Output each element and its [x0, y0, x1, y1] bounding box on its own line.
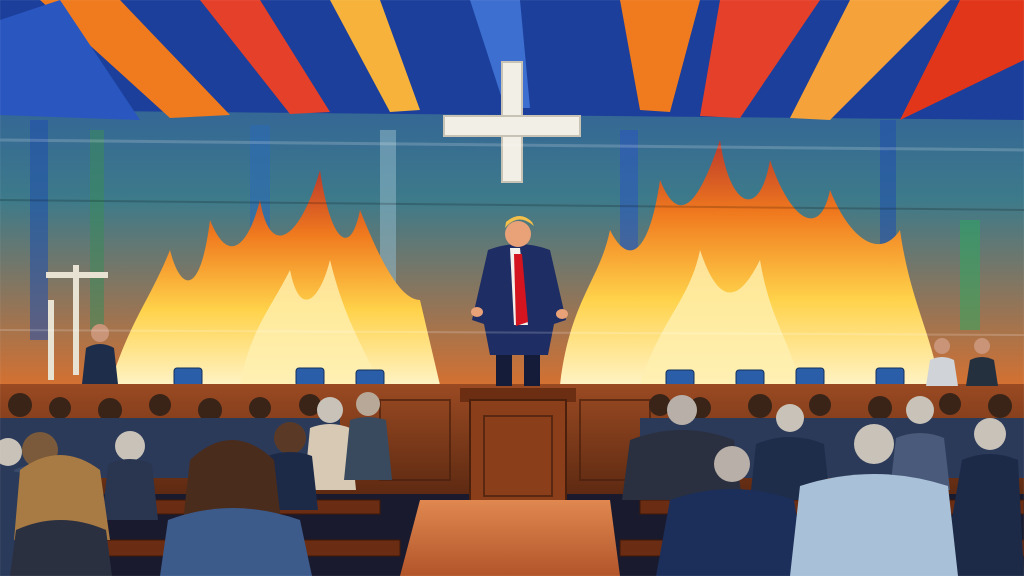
lectern — [460, 388, 576, 516]
aisle-floor — [400, 500, 620, 576]
painting-scene — [0, 0, 1024, 576]
audience-right — [622, 393, 1024, 576]
